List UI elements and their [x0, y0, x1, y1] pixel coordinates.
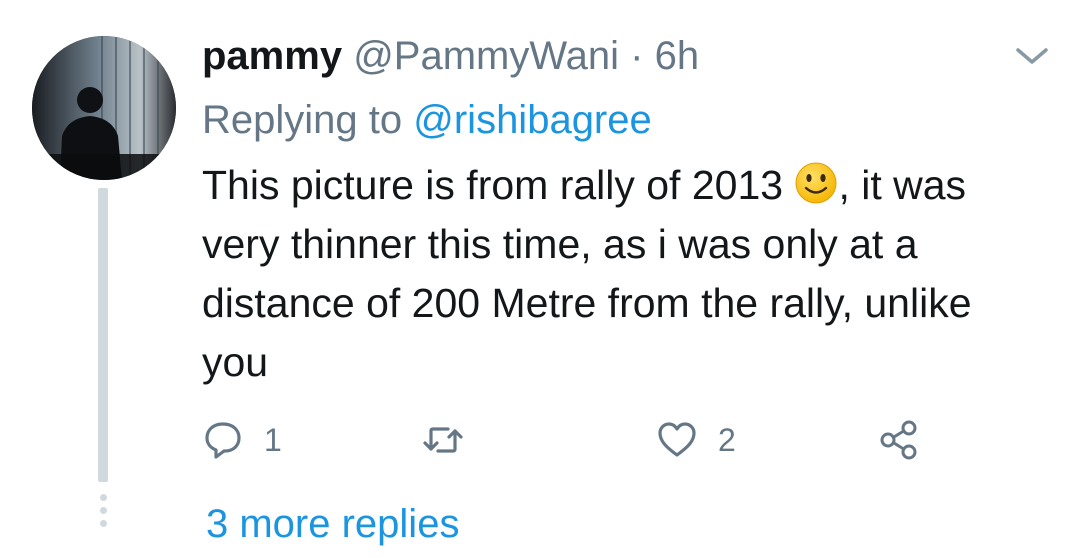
mention-link[interactable]: @rishibagree [413, 98, 652, 142]
thread-line [98, 188, 108, 482]
reply-button[interactable]: 1 [202, 414, 282, 466]
reply-bubble-icon [205, 422, 241, 459]
like-count: 2 [718, 421, 736, 458]
chevron-down-icon[interactable] [1014, 44, 1050, 68]
tweet-text: This picture is from rally of 2013 , it … [202, 156, 1042, 392]
tweet-header: pammy @PammyWani · 6h [202, 30, 699, 82]
share-button[interactable] [878, 414, 920, 466]
like-button[interactable]: 2 [656, 414, 736, 466]
user-handle[interactable]: @PammyWani [353, 34, 619, 78]
thread-dots [98, 494, 108, 533]
avatar-photo [32, 36, 176, 180]
replying-to: Replying to @rishibagree [202, 94, 652, 146]
replying-prefix: Replying to [202, 98, 403, 142]
timestamp[interactable]: 6h [655, 34, 700, 78]
share-icon [880, 420, 917, 460]
more-replies-link[interactable]: 3 more replies [206, 498, 459, 550]
display-name[interactable]: pammy [202, 34, 342, 78]
tweet-text-part1: This picture is from rally of 2013 [202, 162, 784, 208]
action-bar: 1 2 [202, 414, 962, 466]
avatar[interactable] [32, 36, 176, 180]
slightly-smiling-face-icon [795, 162, 837, 204]
retweet-button[interactable] [422, 414, 484, 466]
separator: · [630, 34, 644, 78]
reply-count: 1 [264, 421, 282, 458]
heart-icon [658, 422, 696, 457]
retweet-icon [423, 427, 463, 453]
